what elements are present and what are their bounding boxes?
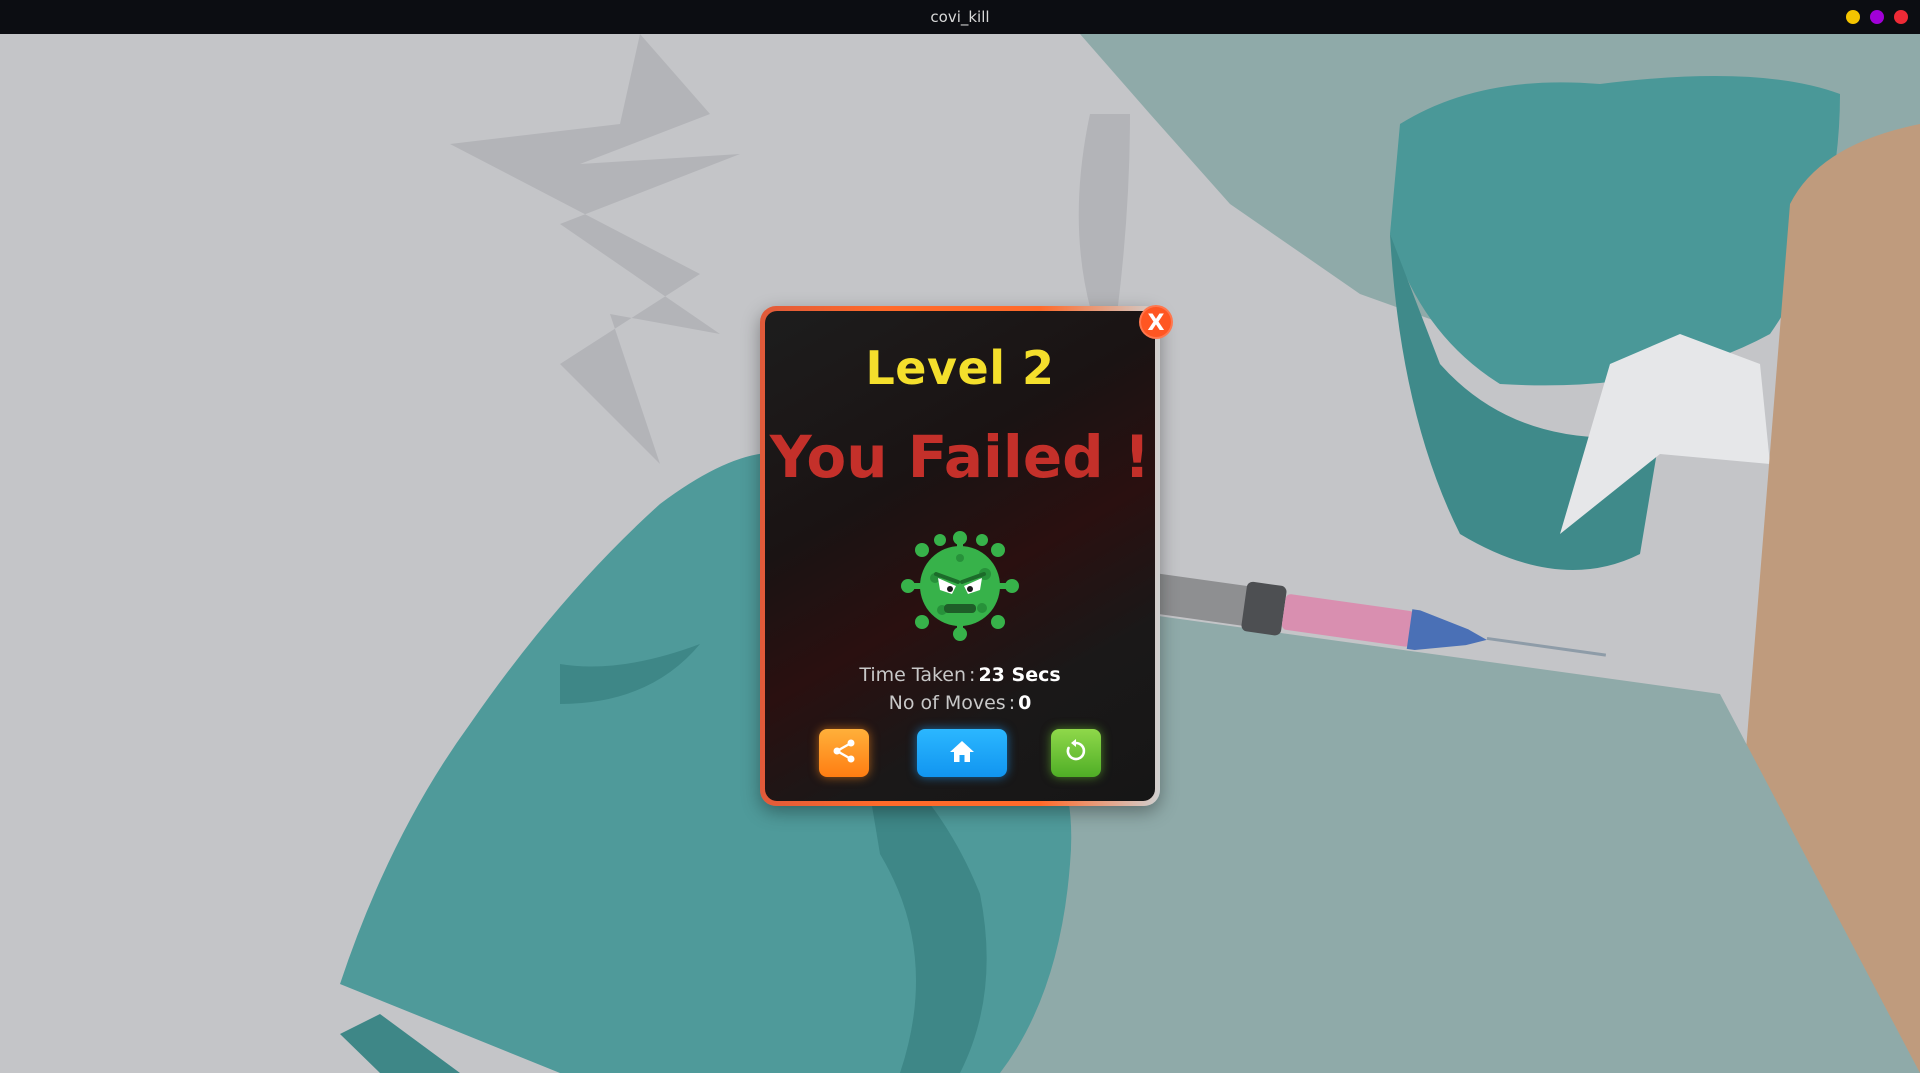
level-title: Level 2	[865, 341, 1055, 395]
time-taken-label: Time Taken	[859, 664, 967, 686]
time-taken-row: Time Taken:23 Secs	[765, 661, 1155, 689]
home-icon	[949, 739, 975, 767]
close-window-button[interactable]	[1894, 10, 1908, 24]
dialog-actions	[765, 729, 1155, 779]
result-dialog: X Level 2 You Failed ! Time Taken: 23 S…	[760, 305, 1173, 806]
stat-separator: :	[969, 664, 976, 686]
stat-separator: :	[1008, 692, 1016, 714]
maximize-button[interactable]	[1870, 10, 1884, 24]
moves-label: No of Moves	[888, 692, 1006, 714]
share-button[interactable]	[819, 729, 869, 777]
close-dialog-button[interactable]: X	[1139, 305, 1173, 339]
restart-icon	[1063, 738, 1089, 768]
stats-panel: Time Taken:23 Secs No of Moves:0	[765, 661, 1155, 717]
moves-row: No of Moves:0	[765, 689, 1155, 717]
share-icon	[831, 738, 857, 768]
result-title: You Failed !	[769, 423, 1151, 491]
window-title: covi_kill	[930, 8, 990, 26]
window-titlebar: covi_kill	[0, 0, 1920, 34]
home-button[interactable]	[917, 729, 1007, 777]
time-taken-value: 23 Secs	[978, 664, 1061, 686]
angry-virus-icon	[890, 528, 1030, 643]
window-controls	[1846, 10, 1908, 24]
minimize-button[interactable]	[1846, 10, 1860, 24]
restart-button[interactable]	[1051, 729, 1101, 777]
result-dialog-body: X Level 2 You Failed ! Time Taken: 23 S…	[765, 305, 1173, 801]
moves-value: 0	[1018, 692, 1032, 714]
